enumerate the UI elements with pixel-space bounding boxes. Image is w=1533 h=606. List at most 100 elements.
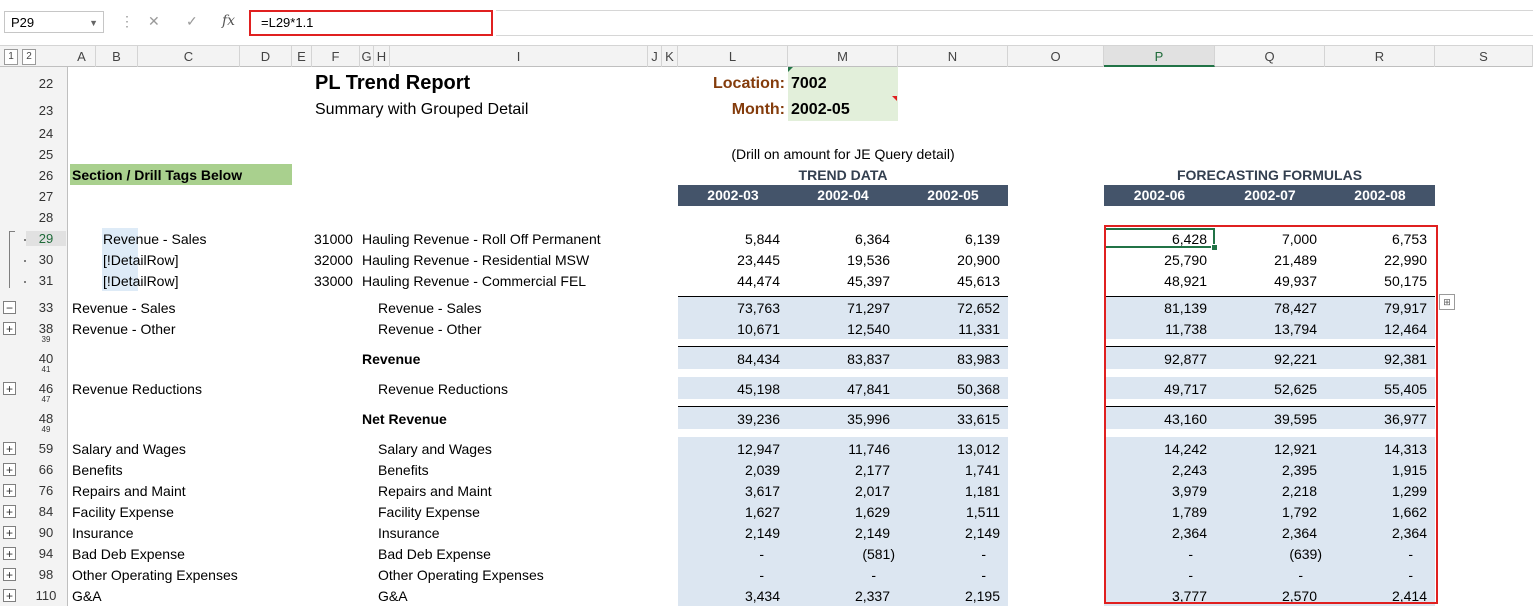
col-header-c[interactable]: C (138, 46, 240, 67)
expand-group-button[interactable]: + (3, 505, 16, 518)
trend-value[interactable]: 2,149 (900, 525, 1000, 541)
enter-icon[interactable]: ✓ (186, 13, 198, 30)
row-header-94[interactable]: 94 (26, 546, 66, 561)
row-header-24[interactable]: 24 (26, 126, 66, 141)
trend-value[interactable]: 6,364 (790, 231, 890, 247)
row-header-46[interactable]: 46 (26, 381, 66, 396)
trend-value[interactable]: 1,181 (900, 483, 1000, 499)
month-value[interactable]: 2002-05 (791, 101, 850, 119)
row-header-76[interactable]: 76 (26, 483, 66, 498)
row-header-66[interactable]: 66 (26, 462, 66, 477)
col-header-e[interactable]: E (292, 46, 312, 67)
trend-value[interactable]: 5,844 (680, 231, 780, 247)
outline-level-2-button[interactable]: 2 (22, 49, 36, 65)
trend-value[interactable]: 2,017 (790, 483, 890, 499)
name-box[interactable]: P29 ▼ (4, 11, 104, 33)
quick-analysis-icon[interactable]: ⊞ (1439, 294, 1455, 310)
row-header-47[interactable]: 47 (26, 396, 66, 404)
trend-value[interactable]: 47,841 (790, 381, 890, 397)
row-header-84[interactable]: 84 (26, 504, 66, 519)
trend-value[interactable]: 44,474 (680, 273, 780, 289)
trend-value[interactable]: 2,177 (790, 462, 890, 478)
row-header-33[interactable]: 33 (26, 300, 66, 315)
trend-value[interactable]: 83,983 (900, 351, 1000, 367)
trend-value[interactable]: 6,139 (900, 231, 1000, 247)
trend-value[interactable]: - (790, 567, 876, 583)
col-header-g[interactable]: G (360, 46, 374, 67)
trend-value[interactable]: - (900, 567, 986, 583)
row-header-25[interactable]: 25 (26, 147, 66, 162)
row-header-26[interactable]: 26 (26, 168, 66, 183)
trend-value[interactable]: - (680, 567, 764, 583)
col-header-b[interactable]: B (96, 46, 138, 67)
trend-value[interactable]: - (680, 546, 764, 562)
expand-group-button[interactable]: + (3, 442, 16, 455)
row-header-90[interactable]: 90 (26, 525, 66, 540)
trend-value[interactable]: 45,613 (900, 273, 1000, 289)
col-header-l[interactable]: L (678, 46, 788, 67)
row-header-28[interactable]: 28 (26, 210, 66, 225)
row-header-38[interactable]: 38 (26, 321, 66, 336)
trend-value[interactable]: - (900, 546, 986, 562)
col-header-p[interactable]: P (1104, 46, 1215, 67)
expand-group-button[interactable]: + (3, 568, 16, 581)
trend-value[interactable]: 20,900 (900, 252, 1000, 268)
trend-value[interactable]: 11,331 (900, 321, 1000, 337)
collapse-group-button[interactable]: − (3, 301, 16, 314)
trend-value[interactable]: 23,445 (680, 252, 780, 268)
trend-value[interactable]: 2,149 (680, 525, 780, 541)
row-header-41[interactable]: 41 (26, 366, 66, 374)
col-header-a[interactable]: A (68, 46, 96, 67)
trend-value[interactable]: 1,511 (900, 504, 1000, 520)
trend-value[interactable]: 10,671 (680, 321, 780, 337)
trend-value[interactable]: 2,195 (900, 588, 1000, 604)
trend-value[interactable]: 73,763 (680, 300, 780, 316)
col-header-q[interactable]: Q (1215, 46, 1325, 67)
trend-value[interactable]: 71,297 (790, 300, 890, 316)
col-header-i[interactable]: I (390, 46, 648, 67)
row-header-40[interactable]: 40 (26, 351, 66, 366)
row-header-23[interactable]: 23 (26, 103, 66, 118)
trend-value[interactable]: 72,652 (900, 300, 1000, 316)
trend-value[interactable]: 50,368 (900, 381, 1000, 397)
row-header-22[interactable]: 22 (26, 76, 66, 91)
expand-group-button[interactable]: + (3, 484, 16, 497)
trend-value[interactable]: 12,947 (680, 441, 780, 457)
expand-group-button[interactable]: + (3, 547, 16, 560)
formula-input[interactable]: =L29*1.1 (249, 10, 493, 36)
trend-value[interactable]: 13,012 (900, 441, 1000, 457)
col-header-n[interactable]: N (898, 46, 1008, 67)
row-header-31[interactable]: 31 (26, 273, 66, 288)
row-header-110[interactable]: 110 (26, 588, 66, 603)
cancel-icon[interactable]: ✕ (148, 13, 160, 30)
row-header-29[interactable]: 29 (26, 231, 66, 246)
outline-level-1-button[interactable]: 1 (4, 49, 18, 65)
trend-value[interactable]: 45,397 (790, 273, 890, 289)
row-header-48[interactable]: 48 (26, 411, 66, 426)
trend-value[interactable]: 1,741 (900, 462, 1000, 478)
trend-value[interactable]: 3,617 (680, 483, 780, 499)
col-header-j[interactable]: J (648, 46, 662, 67)
expand-group-button[interactable]: + (3, 589, 16, 602)
trend-value[interactable]: 2,149 (790, 525, 890, 541)
trend-value[interactable]: 84,434 (680, 351, 780, 367)
expand-group-button[interactable]: + (3, 382, 16, 395)
trend-value[interactable]: 33,615 (900, 411, 1000, 427)
col-header-o[interactable]: O (1008, 46, 1104, 67)
col-header-k[interactable]: K (662, 46, 678, 67)
row-header-39[interactable]: 39 (26, 336, 66, 344)
trend-value[interactable]: 3,434 (680, 588, 780, 604)
col-header-h[interactable]: H (374, 46, 390, 67)
col-header-m[interactable]: M (788, 46, 898, 67)
col-header-s[interactable]: S (1435, 46, 1533, 67)
trend-value[interactable]: (581) (795, 546, 895, 562)
trend-value[interactable]: 83,837 (790, 351, 890, 367)
trend-value[interactable]: 11,746 (790, 441, 890, 457)
trend-value[interactable]: 19,536 (790, 252, 890, 268)
col-header-r[interactable]: R (1325, 46, 1435, 67)
row-header-30[interactable]: 30 (26, 252, 66, 267)
insert-function-icon[interactable]: fx (222, 13, 235, 29)
row-header-59[interactable]: 59 (26, 441, 66, 456)
trend-value[interactable]: 12,540 (790, 321, 890, 337)
col-header-d[interactable]: D (240, 46, 292, 67)
